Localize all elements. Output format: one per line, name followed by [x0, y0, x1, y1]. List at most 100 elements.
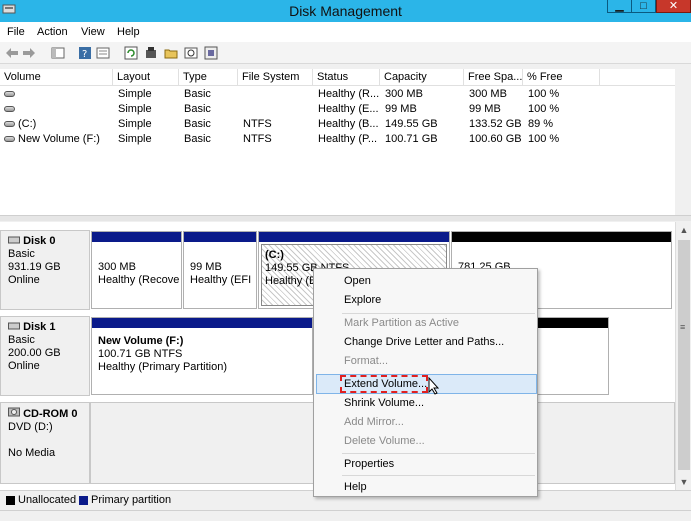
- console-tree-icon[interactable]: [50, 45, 66, 61]
- partition-status: Healthy (EFI S: [190, 274, 254, 286]
- disk-0-status: Online: [8, 274, 40, 286]
- cdrom-icon: [8, 407, 20, 417]
- menu-item-shrink-volume[interactable]: Shrink Volume...: [344, 395, 424, 411]
- scroll-down-icon[interactable]: ▼: [676, 474, 691, 490]
- volume-list-scrollbar[interactable]: [675, 69, 691, 215]
- forward-icon[interactable]: [21, 45, 37, 61]
- partition-bar: [538, 318, 608, 328]
- partition-bar: [92, 318, 312, 328]
- close-button[interactable]: ✕: [656, 0, 691, 13]
- layout-cell: Simple: [118, 103, 152, 115]
- partition-f[interactable]: New Volume (F:) 100.71 GB NTFS Healthy (…: [91, 317, 313, 395]
- disk-1-type: Basic: [8, 334, 35, 346]
- status-cell: Healthy (B...: [318, 118, 379, 130]
- menu-separator: [342, 453, 535, 454]
- minimize-button[interactable]: ▁: [607, 0, 632, 13]
- free-space-cell: 99 MB: [469, 103, 501, 115]
- pane-splitter[interactable]: [0, 215, 691, 221]
- menu-bar: File Action View Help: [0, 22, 691, 42]
- disk-0-size: 931.19 GB: [8, 261, 61, 273]
- menu-view[interactable]: View: [81, 26, 105, 38]
- volume-cell: [4, 102, 112, 117]
- legend-unallocated: Unallocated: [18, 494, 77, 506]
- disk-0-name: Disk 0: [8, 235, 89, 248]
- table-row[interactable]: (C:) Simple Basic NTFS Healthy (B... 149…: [0, 117, 691, 132]
- menu-action[interactable]: Action: [37, 26, 68, 38]
- capacity-cell: 100.71 GB: [385, 133, 438, 145]
- primary-swatch: [79, 496, 88, 505]
- table-row[interactable]: New Volume (F:) Simple Basic NTFS Health…: [0, 132, 691, 147]
- volume-list-header: Volume Layout Type File System Status Ca…: [0, 69, 691, 86]
- menu-help[interactable]: Help: [117, 26, 140, 38]
- layout-cell: Simple: [118, 88, 152, 100]
- table-row[interactable]: Simple Basic Healthy (R... 300 MB 300 MB…: [0, 87, 691, 102]
- scroll-thumb[interactable]: [678, 240, 690, 470]
- disk-0-label[interactable]: Disk 0 Basic 931.19 GB Online: [0, 230, 90, 310]
- volume-icon: [4, 136, 15, 143]
- column-type[interactable]: Type: [179, 69, 238, 86]
- open-folder-icon[interactable]: [163, 45, 179, 61]
- partition-size: 100.71 GB NTFS: [98, 348, 183, 360]
- explore-icon[interactable]: [183, 45, 199, 61]
- partition-recovery[interactable]: 300 MB Healthy (Recover: [91, 231, 182, 309]
- type-cell: Basic: [184, 88, 211, 100]
- fs-cell: NTFS: [243, 133, 272, 145]
- type-cell: Basic: [184, 118, 211, 130]
- properties-icon[interactable]: [95, 45, 111, 61]
- menu-item-change-drive-letter[interactable]: Change Drive Letter and Paths...: [344, 334, 504, 350]
- settings-icon[interactable]: [203, 45, 219, 61]
- partition-efi[interactable]: 99 MB Healthy (EFI S: [183, 231, 257, 309]
- partition-text: New Volume (F:) 100.71 GB NTFS Healthy (…: [98, 335, 310, 374]
- disk-1-label[interactable]: Disk 1 Basic 200.00 GB Online: [0, 316, 90, 396]
- legend-primary: Primary partition: [91, 494, 172, 506]
- unallocated-swatch: [6, 496, 15, 505]
- partition-text: 300 MB Healthy (Recover: [98, 261, 179, 287]
- cdrom-0-label[interactable]: CD-ROM 0 DVD (D:) No Media: [0, 402, 90, 484]
- disk-icon: [8, 236, 20, 244]
- percent-free-cell: 89 %: [528, 118, 554, 130]
- menu-separator: [342, 475, 535, 476]
- layout-cell: Simple: [118, 133, 152, 145]
- menu-item-properties[interactable]: Properties: [344, 456, 394, 472]
- menu-item-help[interactable]: Help: [344, 479, 367, 495]
- maximize-button[interactable]: □: [631, 0, 656, 13]
- extend-volume-annotation: [340, 375, 428, 393]
- cdrom-0-type: DVD (D:): [8, 421, 53, 433]
- menu-item-mark-active: Mark Partition as Active: [344, 317, 459, 329]
- column-layout[interactable]: Layout: [113, 69, 179, 86]
- menu-item-explore[interactable]: Explore: [344, 292, 381, 308]
- capacity-cell: 149.55 GB: [385, 118, 438, 130]
- menu-file[interactable]: File: [7, 26, 25, 38]
- status-cell: Healthy (R...: [318, 88, 380, 100]
- volume-cell: [4, 87, 112, 102]
- column-volume[interactable]: Volume: [0, 69, 113, 86]
- status-bar: [0, 510, 691, 521]
- disk-0-type: Basic: [8, 248, 35, 260]
- column-file-system[interactable]: File System: [238, 69, 313, 86]
- refresh-icon[interactable]: [123, 45, 139, 61]
- status-cell: Healthy (P...: [318, 133, 378, 145]
- menu-item-open[interactable]: Open: [344, 273, 371, 289]
- cdrom-0-status: No Media: [8, 447, 56, 459]
- volume-list: Volume Layout Type File System Status Ca…: [0, 69, 691, 215]
- disk-view-scrollbar[interactable]: ▲ ≡ ▼: [675, 222, 691, 490]
- window-title: Disk Management: [289, 3, 402, 19]
- help-icon[interactable]: ?: [77, 45, 93, 61]
- volume-icon: [4, 106, 15, 113]
- partition-bar: [452, 232, 671, 242]
- column-status[interactable]: Status: [313, 69, 380, 86]
- free-space-cell: 133.52 GB: [469, 118, 522, 130]
- rescan-icon[interactable]: [143, 45, 159, 61]
- column-free-space[interactable]: Free Spa...: [464, 69, 523, 86]
- capacity-cell: 300 MB: [385, 88, 423, 100]
- type-cell: Basic: [184, 103, 211, 115]
- scroll-up-icon[interactable]: ▲: [676, 222, 691, 238]
- column-percent-free[interactable]: % Free: [523, 69, 600, 86]
- partition-bar: [92, 232, 181, 242]
- disk-1-status: Online: [8, 360, 40, 372]
- table-row[interactable]: Simple Basic Healthy (E... 99 MB 99 MB 1…: [0, 102, 691, 117]
- partition-unallocated-disk1[interactable]: [537, 317, 609, 395]
- column-capacity[interactable]: Capacity: [380, 69, 464, 86]
- back-icon[interactable]: [4, 45, 20, 61]
- status-cell: Healthy (E...: [318, 103, 379, 115]
